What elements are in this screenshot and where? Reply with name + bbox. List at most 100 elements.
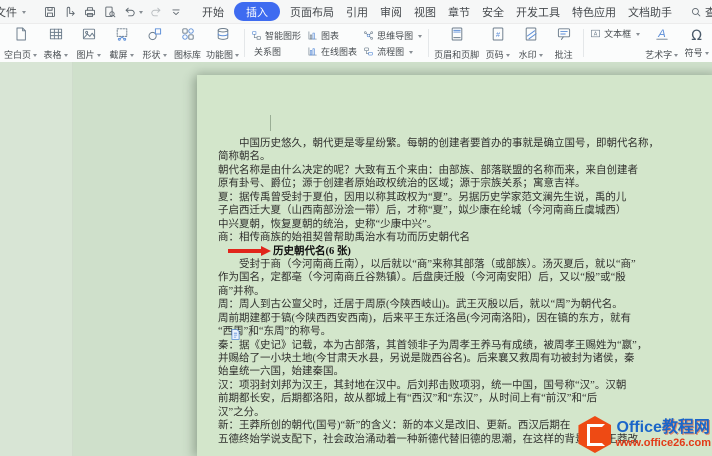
file-menu[interactable]: 文件 [0,4,30,20]
toolbar-icon [63,5,77,19]
ribbon-button[interactable]: 智能图形 [251,28,301,42]
ribbon-button[interactable]: 关系图 [251,44,301,58]
quick-access-toolbar [40,4,186,20]
page-object-icon [229,328,242,341]
divider [244,29,245,57]
wordart-icon: A [654,26,670,47]
ribbon-icon: # [490,26,506,47]
ribbon-icon [251,30,262,41]
chevron-down-icon [539,54,543,59]
ribbon-button[interactable]: 思维导图 [363,28,422,42]
chevron-down-icon [33,54,37,59]
menu-tab[interactable]: 引用 [341,0,373,23]
ribbon-button[interactable]: # 页码 [481,24,514,62]
toolbar-icon [83,5,97,19]
document-text: 中国历史悠久，朝代更是零星纷繁。每朝的创建者要首办的事就是确立国号，即朝代名称，… [218,137,659,446]
chevron-down-icon [139,11,143,16]
ribbon-icon [147,26,163,47]
ribbon-icon [48,26,64,47]
office26-logo-hexagon [578,416,611,453]
document-text-line: 汉：项羽封刘邦为汉王，其封地在汉中。后刘邦击败项羽，统一中国，国号称“汉”。汉朝 [218,379,659,392]
ribbon-button[interactable]: 截屏 [105,24,138,62]
ribbon-button[interactable]: 批注 [547,24,580,62]
ribbon-button[interactable]: 在线图表 [307,44,357,58]
textbox-icon: A [590,28,601,39]
ribbon-group-text: A 文本框 A 艺术字 Ω 符号 π 公式 12 插入数字 A 首字下沉 [587,24,712,63]
chevron-down-icon[interactable] [248,334,252,339]
ribbon-button[interactable]: 形状 [138,24,171,62]
ribbon-icon [449,26,465,47]
menu-tab-strip: 开始 插入 页面布局 引用 审阅 视图 章节 安全 开发工具 特色应用 文档助手 [196,0,678,23]
ribbon-group-insert: 空白页 表格 图片 截屏 形状 图标库 功能图 [2,24,241,62]
document-text-line: 并赐给了一小块土地(今甘肃天水县，另说是陇西谷名)。后来襄又救周有功被封为诸侯，… [218,352,659,365]
top-menu-bar: 文件 [0,0,712,24]
menu-tab[interactable]: 插入 [234,2,280,21]
toolbar-icon [43,5,57,19]
ribbon-button[interactable]: 图片 [72,24,105,62]
chevron-down-icon [636,33,640,38]
ribbon-icon [307,46,318,57]
watermark-url: www.office26.com [615,438,711,450]
redo-button[interactable] [146,4,166,20]
ribbon-icon [215,26,231,47]
ribbon-button[interactable]: 页眉和页脚 [432,24,481,62]
menu-tab[interactable]: 开始 [197,0,229,23]
ribbon-button[interactable]: 流程图 [363,44,422,58]
ribbon-button[interactable]: 表格 [39,24,72,62]
find-button[interactable]: 查找 [690,4,712,20]
logo-bracket-shape [587,424,605,446]
ribbon-button[interactable]: 图标库 [171,24,204,62]
menu-tab[interactable]: 开发工具 [511,0,565,23]
menu-tab[interactable]: 视图 [409,0,441,23]
export-button[interactable] [60,4,80,20]
menu-tab[interactable]: 文档助手 [623,0,677,23]
svg-text:#: # [496,29,500,38]
undo-button[interactable] [120,4,146,20]
watermark-title: Office教程网 [617,420,710,437]
svg-text:A: A [594,32,598,38]
menu-tab[interactable]: 页面布局 [285,0,339,23]
menu-tab[interactable]: 安全 [477,0,509,23]
svg-text:A: A [657,27,665,39]
document-text-line: 子启西迁大夏（山西南部汾浍一带）后，才称“夏”，姒少康在纶城（今河南商丘虞城西） [218,204,659,217]
ribbon-button[interactable]: 图表 [307,28,357,42]
ribbon-button[interactable]: 空白页 [2,24,39,62]
print-button[interactable] [80,4,100,20]
chevron-down-icon [674,54,678,59]
file-menu-label: 文件 [0,4,17,20]
document-text-line: 作为国名，定都亳（今河南商丘谷熟镇）。后盘庚迁殷（今河南安阳）后，又以“殷”或“… [218,271,659,284]
document-text-line: 朝代名称是由什么决定的呢？大致有五个来由：由部族、部落联盟的名称而来，来自创建者 [218,164,659,177]
document-text-line: 历史朝代名(6 张) [218,245,659,258]
document-text-line: 周前期建都于镐(今陕西西安西南)，后来平王东迁洛邑(今河南洛阳)，因在镐的东方，… [218,312,659,325]
chevron-down-icon [506,54,510,59]
document-text-line: 商：相传商族的始祖契曾帮助禹治水有功而历史朝代名 [218,231,659,244]
save-button[interactable] [40,4,60,20]
ribbon-button[interactable]: 功能图 [204,24,241,62]
menu-tab[interactable]: 审阅 [375,0,407,23]
ribbon-icon [556,26,572,47]
document-text-line: 夏：据传禹曾受封于夏伯，因用以称其政权为“夏”。另据历史学家范文澜先生说，禹的儿 [218,191,659,204]
document-text-line: 始皇统一六国，始建秦国。 [218,365,659,378]
print-preview-button[interactable] [100,4,120,20]
symbol-button[interactable]: Ω 符号 [680,24,712,62]
ribbon-button[interactable]: 水印 [514,24,547,62]
chevron-down-icon [64,54,68,59]
document-text-line: 前期都长安，后期都洛阳，故从都城上有“西汉”和“东汉”，从时间上有“前汉”和“后 [218,392,659,405]
ribbon-group-graphics: 智能图形 关系图 图表 在线图表 [248,24,425,62]
divider [428,29,429,57]
chevron-down-icon [22,11,26,16]
margin-object-button[interactable] [229,328,252,341]
textbox-button[interactable]: A 文本框 [590,27,640,41]
document-text-line: 中兴夏朝，恢复夏朝的统治，史称“少康中兴”。 [218,218,659,231]
chevron-down-icon [418,35,422,40]
document-text-line: “西周”和“东周”的称号。 [218,325,659,338]
menu-tab[interactable]: 特色应用 [567,0,621,23]
ribbon-icon [13,26,29,47]
search-icon [690,6,702,18]
toolbar-icon [103,5,117,19]
wordart-button[interactable]: A 艺术字 [643,24,680,62]
menu-tab[interactable]: 章节 [443,0,475,23]
document-page[interactable]: 中国历史悠久，朝代更是零星纷繁。每朝的创建者要首办的事就是确立国号，即朝代名称，… [197,75,712,456]
customize-toolbar-button[interactable] [166,4,186,20]
document-text-line: 简称朝名。 [218,150,659,163]
